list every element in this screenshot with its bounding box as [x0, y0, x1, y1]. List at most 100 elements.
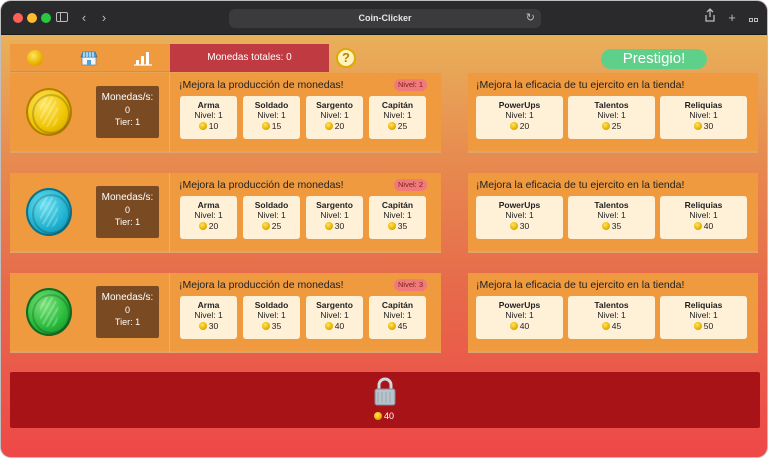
upgrade-arma-button[interactable]: Arma Nivel: 1 20	[180, 196, 237, 239]
upgrade-level: Nivel: 1	[383, 310, 412, 320]
tier-label: Tier: 1	[114, 217, 141, 227]
army-reliquias-button[interactable]: Reliquias Nivel: 1 40	[660, 196, 747, 239]
coin-icon	[601, 322, 610, 330]
unlock-tier-button[interactable]: 40	[10, 372, 760, 428]
coin-icon	[693, 222, 702, 230]
upgrade-capitan-button[interactable]: Capitán Nivel: 1 35	[369, 196, 426, 239]
upgrade-cost: 45	[397, 321, 408, 331]
upgrade-name: Arma	[197, 200, 220, 210]
army-name: Talentos	[594, 100, 629, 110]
coin-icon	[374, 412, 382, 420]
army-card: ¡Mejora la eficacia de tu ejercito en la…	[468, 73, 758, 153]
army-level: Nivel: 1	[597, 110, 626, 120]
army-talentos-button[interactable]: Talentos Nivel: 1 35	[568, 196, 655, 239]
rate-value: 0	[124, 205, 130, 215]
army-level: Nivel: 1	[505, 310, 534, 320]
rate-box: Monedas/s: 0 Tier: 1	[96, 86, 159, 138]
army-talentos-button[interactable]: Talentos Nivel: 1 45	[568, 296, 655, 339]
total-coins-label: Monedas totales: 0	[170, 44, 329, 72]
coin-icon	[601, 122, 610, 130]
green-coin-clicker[interactable]	[26, 288, 72, 336]
sidebar-icon[interactable]	[56, 8, 72, 28]
upgrade-level: Nivel: 1	[194, 310, 223, 320]
upgrade-name: Soldado	[254, 300, 289, 310]
upgrade-sargento-button[interactable]: Sargento Nivel: 1 30	[306, 196, 363, 239]
army-powerups-button[interactable]: PowerUps Nivel: 1 20	[476, 96, 563, 139]
production-title: ¡Mejora la producción de monedas!	[179, 79, 344, 91]
production-upgrades: ¡Mejora la producción de monedas! Nivel:…	[171, 73, 441, 153]
army-cost: 35	[611, 221, 622, 231]
upgrade-soldado-button[interactable]: Soldado Nivel: 1 35	[243, 296, 300, 339]
army-powerups-button[interactable]: PowerUps Nivel: 1 30	[476, 196, 563, 239]
upgrade-name: Sargento	[316, 200, 353, 210]
share-icon[interactable]	[703, 8, 717, 28]
upgrade-cost: 25	[397, 121, 408, 131]
forward-icon[interactable]: ›	[97, 8, 111, 28]
rate-label: Monedas/s:	[101, 192, 154, 203]
army-reliquias-button[interactable]: Reliquias Nivel: 1 50	[660, 296, 747, 339]
coin-panel: Monedas/s: 0 Tier: 1	[10, 73, 170, 153]
minimize-window-button[interactable]	[27, 13, 37, 23]
coin-panel: Monedas/s: 0 Tier: 1	[10, 273, 170, 353]
army-cost: 40	[703, 221, 714, 231]
upgrade-name: Capitán	[381, 200, 414, 210]
upgrade-level: Nivel: 1	[383, 110, 412, 120]
army-name: Reliquias	[684, 100, 723, 110]
shop-icon[interactable]	[80, 50, 98, 66]
coin-icon	[387, 322, 396, 330]
coin-icon	[261, 222, 270, 230]
upgrade-cost: 40	[334, 321, 345, 331]
gold-coin-clicker[interactable]	[26, 88, 72, 136]
army-cost: 30	[703, 121, 714, 131]
army-level: Nivel: 1	[505, 110, 534, 120]
army-level: Nivel: 1	[689, 110, 718, 120]
army-talentos-button[interactable]: Talentos Nivel: 1 25	[568, 96, 655, 139]
coin-icon[interactable]	[27, 50, 45, 66]
army-name: PowerUps	[498, 100, 541, 110]
army-card: ¡Mejora la eficacia de tu ejercito en la…	[468, 173, 758, 253]
blue-coin-clicker[interactable]	[26, 188, 72, 236]
upgrade-name: Capitán	[381, 300, 414, 310]
back-icon[interactable]: ‹	[77, 8, 91, 28]
production-upgrades: ¡Mejora la producción de monedas! Nivel:…	[171, 273, 441, 353]
upgrade-capitan-button[interactable]: Capitán Nivel: 1 25	[369, 96, 426, 139]
nav-bar	[10, 44, 170, 72]
stats-icon[interactable]	[133, 50, 152, 66]
upgrade-name: Capitán	[381, 100, 414, 110]
production-card: Monedas/s: 0 Tier: 1 ¡Mejora la producci…	[10, 173, 441, 253]
zoom-window-button[interactable]	[41, 13, 51, 23]
upgrade-soldado-button[interactable]: Soldado Nivel: 1 15	[243, 96, 300, 139]
army-title: ¡Mejora la eficacia de tu ejercito en la…	[476, 79, 685, 91]
coin-icon	[198, 122, 207, 130]
address-bar[interactable]: Coin-Clicker ↻	[229, 9, 541, 28]
upgrade-level: Nivel: 1	[320, 310, 349, 320]
unlock-cost: 40	[384, 411, 395, 421]
army-name: Talentos	[594, 200, 629, 210]
upgrade-arma-button[interactable]: Arma Nivel: 1 10	[180, 96, 237, 139]
upgrade-arma-button[interactable]: Arma Nivel: 1 30	[180, 296, 237, 339]
close-window-button[interactable]	[13, 13, 23, 23]
level-badge: Nivel: 1	[393, 79, 427, 91]
upgrade-sargento-button[interactable]: Sargento Nivel: 1 40	[306, 296, 363, 339]
browser-toolbar: ‹ › Coin-Clicker ↻ +	[1, 1, 767, 42]
army-name: PowerUps	[498, 300, 541, 310]
upgrade-name: Soldado	[254, 100, 289, 110]
upgrade-capitan-button[interactable]: Capitán Nivel: 1 45	[369, 296, 426, 339]
coin-panel: Monedas/s: 0 Tier: 1	[10, 173, 170, 253]
army-powerups-button[interactable]: PowerUps Nivel: 1 40	[476, 296, 563, 339]
tier-label: Tier: 1	[114, 317, 141, 327]
prestige-button[interactable]: Prestigio!	[601, 49, 707, 69]
upgrade-soldado-button[interactable]: Soldado Nivel: 1 25	[243, 196, 300, 239]
coin-icon	[324, 222, 333, 230]
coin-icon	[387, 122, 396, 130]
new-tab-icon[interactable]: +	[725, 8, 739, 28]
upgrade-sargento-button[interactable]: Sargento Nivel: 1 20	[306, 96, 363, 139]
help-icon[interactable]: ?	[336, 48, 356, 68]
tab-overview-icon[interactable]	[746, 8, 760, 42]
reload-icon[interactable]: ↻	[526, 9, 535, 28]
upgrade-name: Sargento	[316, 100, 353, 110]
upgrade-cost: 15	[271, 121, 282, 131]
army-level: Nivel: 1	[689, 310, 718, 320]
army-reliquias-button[interactable]: Reliquias Nivel: 1 30	[660, 96, 747, 139]
upgrade-cost: 20	[208, 221, 219, 231]
